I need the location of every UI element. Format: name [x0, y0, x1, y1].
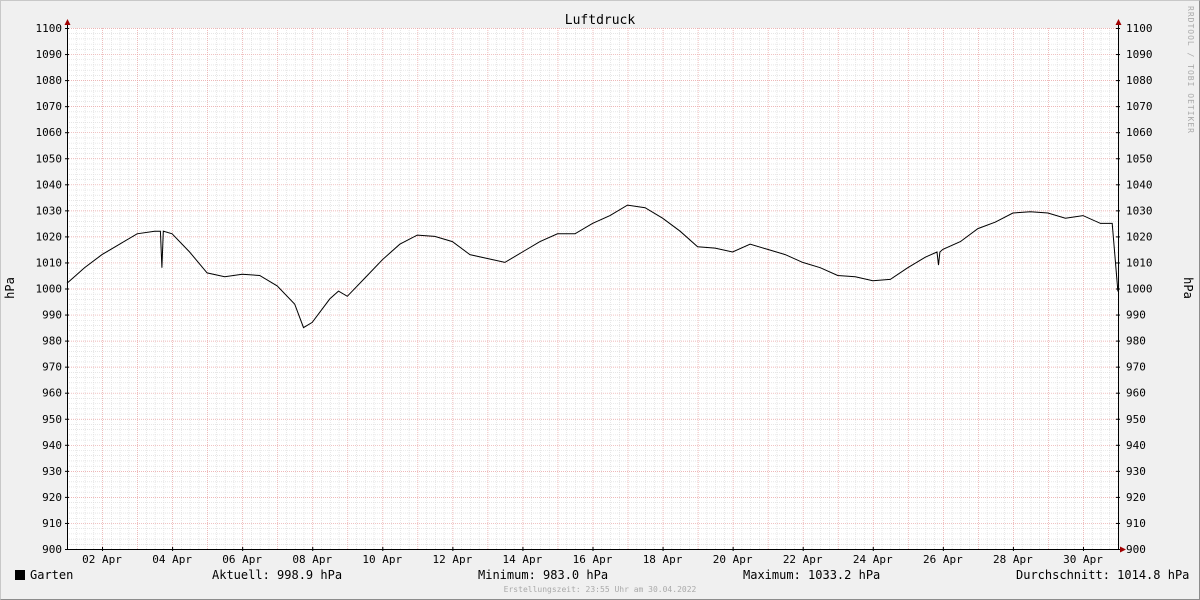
legend-swatch — [15, 570, 25, 580]
legend-average: Durchschnitt: 1014.8 hPa — [1016, 568, 1190, 582]
y-tick-label-left: 1020 — [36, 230, 63, 243]
y-tick-label-right: 1040 — [1126, 178, 1153, 191]
legend-minimum: Minimum: 983.0 hPa — [478, 568, 609, 582]
y-tick-label-left: 1070 — [36, 100, 63, 113]
y-axis-arrow-right — [1115, 19, 1122, 25]
y-axis-arrow-left — [64, 19, 71, 25]
y-axis-label-left: hPa — [3, 277, 17, 299]
y-tick-label-left: 940 — [42, 439, 62, 452]
y-axis-label-right: hPa — [1181, 277, 1195, 299]
y-tick-label-right: 1100 — [1126, 22, 1153, 35]
footer-timestamp: Erstellungszeit: 23:55 Uhr am 30.04.2022 — [503, 585, 697, 594]
x-tick-label: 28 Apr — [993, 553, 1033, 565]
y-tick-label-right: 1000 — [1126, 283, 1153, 296]
y-tick-label-left: 910 — [42, 517, 62, 530]
x-tick-label: 14 Apr — [503, 553, 543, 565]
pressure-chart: 900 910 920 930 940 950 960 970 980 990 1000 1010 10… — [3, 6, 1195, 565]
y-tick-label-right: 990 — [1126, 309, 1146, 322]
y-tick-label-left: 1040 — [36, 178, 63, 191]
x-tick-label: 20 Apr — [713, 553, 753, 565]
y-tick-label-right: 1010 — [1126, 256, 1153, 269]
y-tick-label-right: 920 — [1126, 491, 1146, 504]
y-tick-label-right: 950 — [1126, 413, 1146, 426]
watermark: RRDTOOL / TOBI OETIKER — [1186, 6, 1195, 134]
x-tick-label: 02 Apr — [82, 553, 122, 565]
plot-area — [67, 28, 1118, 549]
y-tick-label-left: 1000 — [36, 283, 63, 296]
y-axis-right: 900 910 920 930 940 950 960 970 980 990 1000 1010 10… — [1116, 22, 1153, 556]
y-tick-label-left: 1030 — [36, 204, 63, 217]
y-tick-label-right: 1070 — [1126, 100, 1153, 113]
y-tick-label-right: 1060 — [1126, 126, 1153, 139]
x-tick-label: 30 Apr — [1063, 553, 1103, 565]
y-tick-label-right: 980 — [1126, 335, 1146, 348]
y-tick-label-left: 990 — [42, 309, 62, 322]
y-tick-label-right: 910 — [1126, 517, 1146, 530]
y-tick-label-left: 1080 — [36, 74, 63, 87]
x-tick-label: 16 Apr — [573, 553, 613, 565]
y-tick-label-right: 970 — [1126, 361, 1146, 374]
y-tick-label-right: 900 — [1126, 543, 1146, 556]
y-tick-label-left: 950 — [42, 413, 62, 426]
x-tick-label: 04 Apr — [152, 553, 192, 565]
x-tick-label: 18 Apr — [643, 553, 683, 565]
y-tick-label-right: 1020 — [1126, 230, 1153, 243]
y-tick-label-right: 1080 — [1126, 74, 1153, 87]
legend-series-label: Garten — [30, 568, 74, 582]
y-tick-label-right: 1030 — [1126, 204, 1153, 217]
legend-current: Aktuell: 998.9 hPa — [212, 568, 343, 582]
y-tick-label-right: 930 — [1126, 465, 1146, 478]
y-tick-label-left: 1060 — [36, 126, 63, 139]
y-tick-label-right: 1090 — [1126, 48, 1153, 61]
y-tick-label-left: 900 — [42, 543, 62, 556]
y-tick-label-left: 1100 — [36, 22, 63, 35]
y-tick-label-left: 1010 — [36, 256, 63, 269]
x-tick-label: 10 Apr — [362, 553, 402, 565]
y-tick-label-left: 970 — [42, 361, 62, 374]
x-tick-label: 26 Apr — [923, 553, 963, 565]
y-tick-label-right: 960 — [1126, 387, 1146, 400]
y-tick-label-left: 960 — [42, 387, 62, 400]
legend-maximum: Maximum: 1033.2 hPa — [743, 568, 881, 582]
y-tick-label-right: 1050 — [1126, 152, 1153, 165]
x-tick-label: 12 Apr — [432, 553, 472, 565]
x-tick-label: 24 Apr — [853, 553, 893, 565]
y-tick-label-left: 930 — [42, 465, 62, 478]
y-axis-left: 900 910 920 930 940 950 960 970 980 990 1000 1010 10… — [36, 22, 69, 556]
x-tick-label: 06 Apr — [222, 553, 262, 565]
x-tick-label: 08 Apr — [292, 553, 332, 565]
y-tick-label-right: 940 — [1126, 439, 1146, 452]
y-tick-label-left: 1090 — [36, 48, 63, 61]
y-tick-label-left: 1050 — [36, 152, 63, 165]
chart-title: Luftdruck — [565, 13, 636, 28]
y-tick-label-left: 980 — [42, 335, 62, 348]
x-tick-label: 22 Apr — [783, 553, 823, 565]
y-tick-label-left: 920 — [42, 491, 62, 504]
